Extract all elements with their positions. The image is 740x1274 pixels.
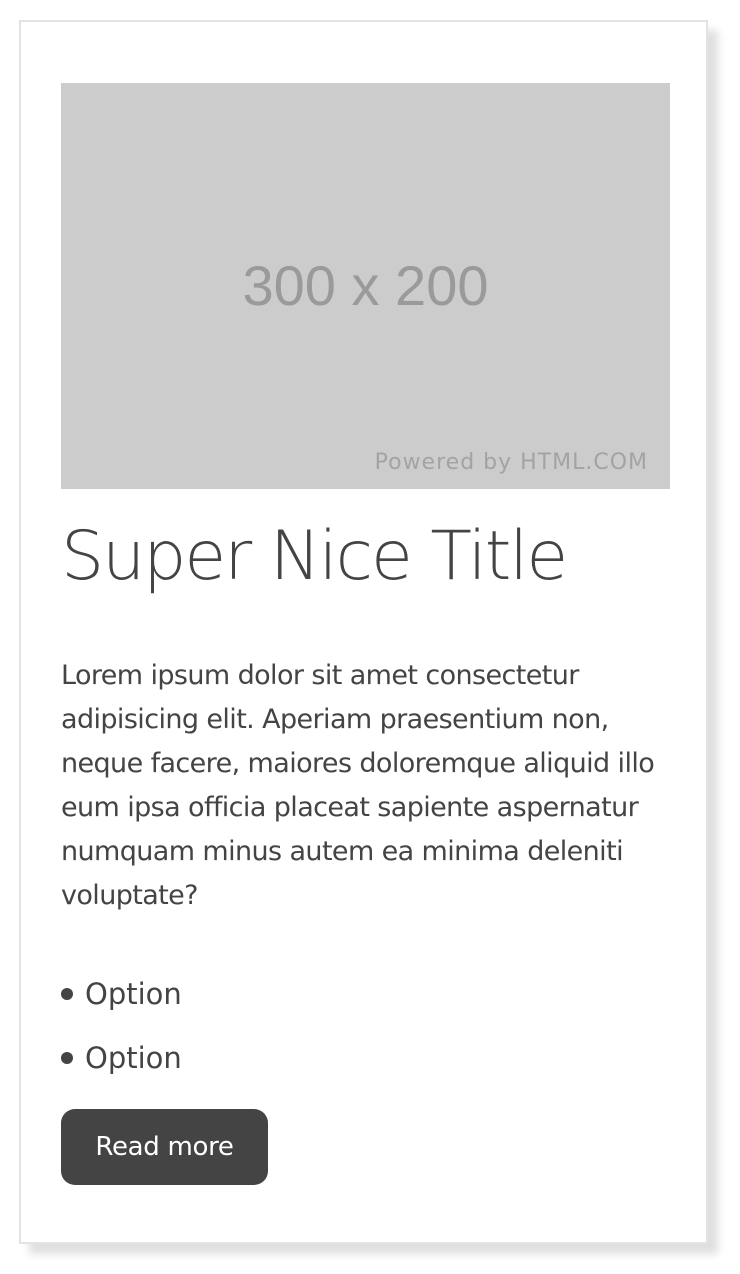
list-item-label: Option	[85, 1041, 182, 1075]
option-list: Option Option	[61, 962, 182, 1090]
placeholder-size-label: 300 x 200	[242, 254, 489, 317]
list-item: Option	[61, 1026, 182, 1090]
read-more-button[interactable]: Read more	[61, 1109, 268, 1185]
placeholder-credit: Powered by HTML.COM	[374, 450, 648, 475]
card-title: Super Nice Title	[61, 517, 568, 596]
bullet-icon	[61, 988, 73, 1000]
list-item: Option	[61, 962, 182, 1026]
card-body-text: Lorem ipsum dolor sit amet consectetur a…	[61, 660, 655, 911]
placeholder-image: 300 x 200 Powered by HTML.COM	[61, 83, 670, 489]
content-card: 300 x 200 Powered by HTML.COM Super Nice…	[19, 20, 708, 1244]
list-item-label: Option	[85, 977, 182, 1011]
bullet-icon	[61, 1052, 73, 1064]
